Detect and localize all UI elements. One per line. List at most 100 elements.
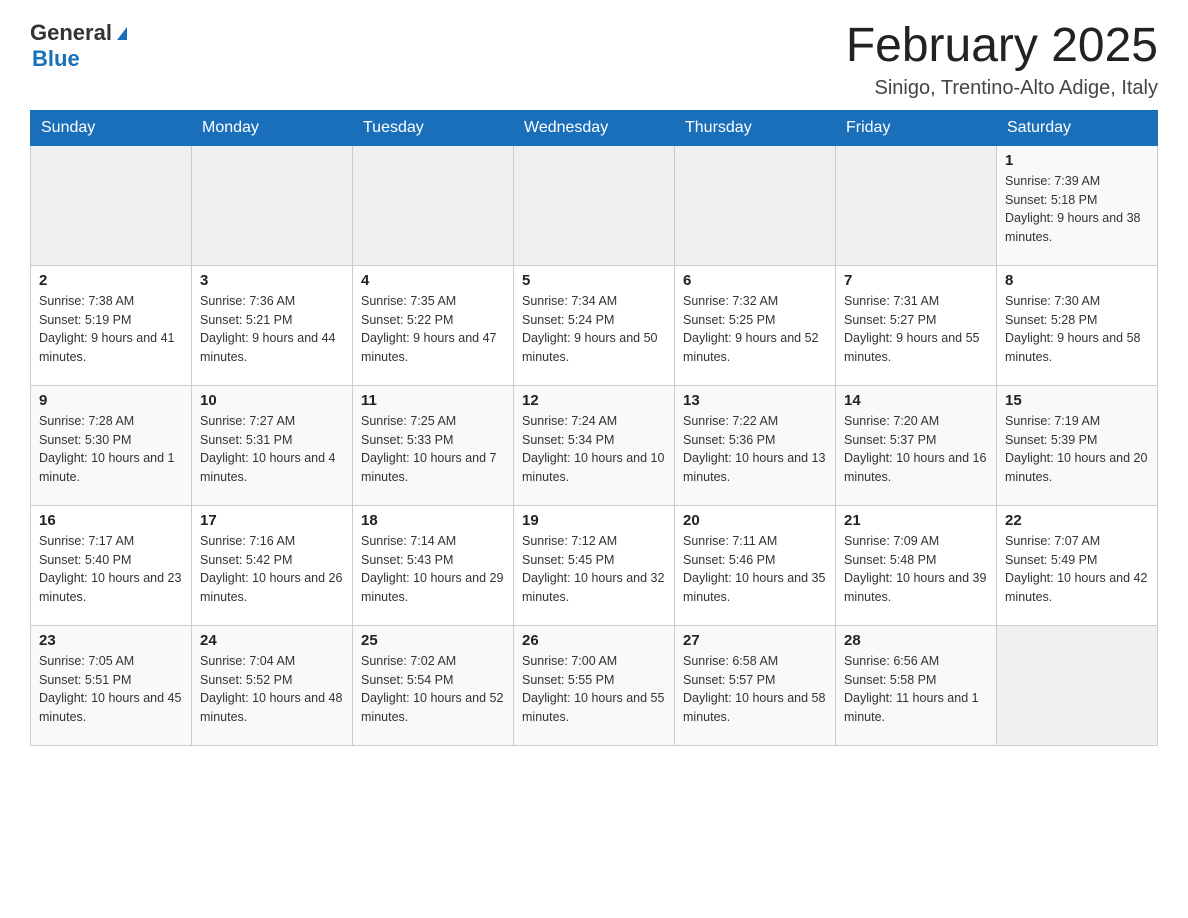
calendar-week-3: 9 Sunrise: 7:28 AM Sunset: 5:30 PM Daylig… (31, 385, 1158, 505)
day-info: Sunrise: 7:28 AM Sunset: 5:30 PM Dayligh… (39, 412, 183, 487)
day-info: Sunrise: 7:25 AM Sunset: 5:33 PM Dayligh… (361, 412, 505, 487)
day-info: Sunrise: 7:12 AM Sunset: 5:45 PM Dayligh… (522, 532, 666, 607)
day-info: Sunrise: 7:30 AM Sunset: 5:28 PM Dayligh… (1005, 292, 1149, 367)
day-info: Sunrise: 7:04 AM Sunset: 5:52 PM Dayligh… (200, 652, 344, 727)
day-number: 5 (522, 272, 666, 289)
calendar-cell: 25 Sunrise: 7:02 AM Sunset: 5:54 PM Dayli… (353, 625, 514, 745)
day-info: Sunrise: 7:39 AM Sunset: 5:18 PM Dayligh… (1005, 172, 1149, 247)
day-number: 2 (39, 272, 183, 289)
day-info: Sunrise: 7:02 AM Sunset: 5:54 PM Dayligh… (361, 652, 505, 727)
day-number: 19 (522, 512, 666, 529)
calendar-cell: 18Sunrise: 7:14 AM Sunset: 5:43 PM Dayli… (353, 505, 514, 625)
day-info: Sunrise: 7:34 AM Sunset: 5:24 PM Dayligh… (522, 292, 666, 367)
day-info: Sunrise: 7:36 AM Sunset: 5:21 PM Dayligh… (200, 292, 344, 367)
calendar-cell: 27 Sunrise: 6:58 AM Sunset: 5:57 PM Dayli… (675, 625, 836, 745)
day-number: 8 (1005, 272, 1149, 289)
weekday-header-monday: Monday (192, 110, 353, 145)
weekday-header-sunday: Sunday (31, 110, 192, 145)
logo-blue-text: Blue (32, 46, 80, 71)
day-number: 6 (683, 272, 827, 289)
calendar-cell: 28Sunrise: 6:56 AM Sunset: 5:58 PM Dayli… (836, 625, 997, 745)
weekday-header-thursday: Thursday (675, 110, 836, 145)
day-info: Sunrise: 6:56 AM Sunset: 5:58 PM Dayligh… (844, 652, 988, 727)
day-number: 12 (522, 392, 666, 409)
day-info: Sunrise: 7:17 AM Sunset: 5:40 PM Dayligh… (39, 532, 183, 607)
calendar-cell: 13 Sunrise: 7:22 AM Sunset: 5:36 PM Dayli… (675, 385, 836, 505)
calendar-cell: 14 Sunrise: 7:20 AM Sunset: 5:37 PM Dayli… (836, 385, 997, 505)
calendar-cell: 19 Sunrise: 7:12 AM Sunset: 5:45 PM Dayli… (514, 505, 675, 625)
day-number: 7 (844, 272, 988, 289)
calendar-cell: 26 Sunrise: 7:00 AM Sunset: 5:55 PM Dayli… (514, 625, 675, 745)
day-number: 13 (683, 392, 827, 409)
calendar-cell: 9 Sunrise: 7:28 AM Sunset: 5:30 PM Daylig… (31, 385, 192, 505)
calendar-cell (31, 145, 192, 265)
calendar-cell: 8 Sunrise: 7:30 AM Sunset: 5:28 PM Daylig… (997, 265, 1158, 385)
calendar-cell: 22 Sunrise: 7:07 AM Sunset: 5:49 PM Dayli… (997, 505, 1158, 625)
calendar-cell: 16 Sunrise: 7:17 AM Sunset: 5:40 PM Dayli… (31, 505, 192, 625)
calendar-cell (675, 145, 836, 265)
day-info: Sunrise: 7:00 AM Sunset: 5:55 PM Dayligh… (522, 652, 666, 727)
calendar-cell (353, 145, 514, 265)
day-number: 10 (200, 392, 344, 409)
day-number: 24 (200, 632, 344, 649)
calendar-cell: 2 Sunrise: 7:38 AM Sunset: 5:19 PM Daylig… (31, 265, 192, 385)
calendar-cell (997, 625, 1158, 745)
day-info: Sunrise: 7:05 AM Sunset: 5:51 PM Dayligh… (39, 652, 183, 727)
day-number: 16 (39, 512, 183, 529)
day-info: Sunrise: 7:19 AM Sunset: 5:39 PM Dayligh… (1005, 412, 1149, 487)
calendar-cell (514, 145, 675, 265)
calendar-cell: 17 Sunrise: 7:16 AM Sunset: 5:42 PM Dayli… (192, 505, 353, 625)
calendar-cell: 4 Sunrise: 7:35 AM Sunset: 5:22 PM Daylig… (353, 265, 514, 385)
day-number: 25 (361, 632, 505, 649)
day-number: 4 (361, 272, 505, 289)
day-number: 22 (1005, 512, 1149, 529)
calendar-header-row: SundayMondayTuesdayWednesdayThursdayFrid… (31, 110, 1158, 145)
day-info: Sunrise: 7:20 AM Sunset: 5:37 PM Dayligh… (844, 412, 988, 487)
day-info: Sunrise: 7:16 AM Sunset: 5:42 PM Dayligh… (200, 532, 344, 607)
day-info: Sunrise: 7:38 AM Sunset: 5:19 PM Dayligh… (39, 292, 183, 367)
day-info: Sunrise: 7:22 AM Sunset: 5:36 PM Dayligh… (683, 412, 827, 487)
calendar-week-5: 23 Sunrise: 7:05 AM Sunset: 5:51 PM Dayli… (31, 625, 1158, 745)
day-number: 14 (844, 392, 988, 409)
month-title: February 2025 (846, 20, 1158, 73)
day-number: 27 (683, 632, 827, 649)
day-number: 17 (200, 512, 344, 529)
calendar-cell: 10Sunrise: 7:27 AM Sunset: 5:31 PM Dayli… (192, 385, 353, 505)
location-title: Sinigo, Trentino-Alto Adige, Italy (846, 77, 1158, 100)
day-info: Sunrise: 7:31 AM Sunset: 5:27 PM Dayligh… (844, 292, 988, 367)
day-number: 18 (361, 512, 505, 529)
day-number: 3 (200, 272, 344, 289)
calendar-cell: 11 Sunrise: 7:25 AM Sunset: 5:33 PM Dayli… (353, 385, 514, 505)
day-info: Sunrise: 6:58 AM Sunset: 5:57 PM Dayligh… (683, 652, 827, 727)
day-info: Sunrise: 7:07 AM Sunset: 5:49 PM Dayligh… (1005, 532, 1149, 607)
day-info: Sunrise: 7:09 AM Sunset: 5:48 PM Dayligh… (844, 532, 988, 607)
calendar-cell (836, 145, 997, 265)
calendar-cell: 15 Sunrise: 7:19 AM Sunset: 5:39 PM Dayli… (997, 385, 1158, 505)
page-header: General Blue February 2025 Sinigo, Trent… (30, 20, 1158, 100)
calendar-cell (192, 145, 353, 265)
weekday-header-wednesday: Wednesday (514, 110, 675, 145)
weekday-header-tuesday: Tuesday (353, 110, 514, 145)
weekday-header-saturday: Saturday (997, 110, 1158, 145)
calendar-cell: 6 Sunrise: 7:32 AM Sunset: 5:25 PM Daylig… (675, 265, 836, 385)
weekday-header-friday: Friday (836, 110, 997, 145)
calendar-cell: 1 Sunrise: 7:39 AM Sunset: 5:18 PM Daylig… (997, 145, 1158, 265)
calendar-cell: 7 Sunrise: 7:31 AM Sunset: 5:27 PM Daylig… (836, 265, 997, 385)
calendar-cell: 12Sunrise: 7:24 AM Sunset: 5:34 PM Dayli… (514, 385, 675, 505)
calendar-cell: 5 Sunrise: 7:34 AM Sunset: 5:24 PM Daylig… (514, 265, 675, 385)
day-number: 9 (39, 392, 183, 409)
calendar-cell: 21 Sunrise: 7:09 AM Sunset: 5:48 PM Dayli… (836, 505, 997, 625)
day-info: Sunrise: 7:32 AM Sunset: 5:25 PM Dayligh… (683, 292, 827, 367)
day-number: 21 (844, 512, 988, 529)
calendar-cell: 23 Sunrise: 7:05 AM Sunset: 5:51 PM Dayli… (31, 625, 192, 745)
day-number: 23 (39, 632, 183, 649)
day-info: Sunrise: 7:35 AM Sunset: 5:22 PM Dayligh… (361, 292, 505, 367)
calendar-cell: 24 Sunrise: 7:04 AM Sunset: 5:52 PM Dayli… (192, 625, 353, 745)
calendar-week-4: 16 Sunrise: 7:17 AM Sunset: 5:40 PM Dayli… (31, 505, 1158, 625)
calendar-table: SundayMondayTuesdayWednesdayThursdayFrid… (30, 110, 1158, 746)
day-number: 26 (522, 632, 666, 649)
logo-general-text: General (30, 20, 112, 46)
day-number: 11 (361, 392, 505, 409)
day-number: 15 (1005, 392, 1149, 409)
day-number: 1 (1005, 152, 1149, 169)
